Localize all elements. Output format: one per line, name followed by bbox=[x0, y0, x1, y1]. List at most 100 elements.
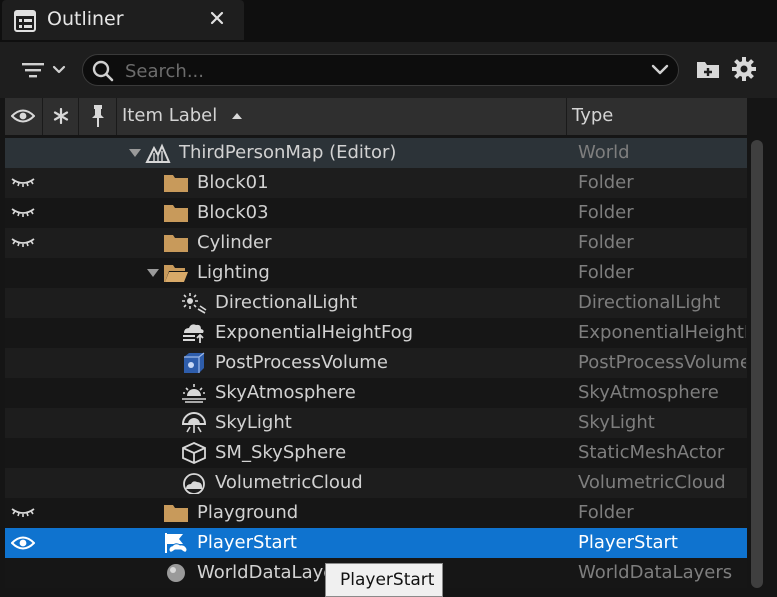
tab-bar: Outliner bbox=[0, 0, 777, 42]
eye-closed-icon bbox=[11, 208, 35, 217]
sky-atmosphere-icon bbox=[182, 384, 206, 403]
row-type: WorldDataLayers bbox=[578, 562, 733, 583]
item-label-column-header[interactable]: Item Label bbox=[117, 98, 567, 135]
tree-row-folder[interactable]: Block01 Folder bbox=[5, 168, 747, 198]
static-mesh-icon bbox=[182, 442, 206, 464]
expand-arrow-icon[interactable] bbox=[128, 148, 142, 158]
row-label: SkyLight bbox=[215, 412, 292, 433]
world-data-layers-icon bbox=[167, 564, 185, 582]
column-header: Item Label Type bbox=[5, 98, 747, 135]
add-folder-icon[interactable] bbox=[695, 58, 721, 80]
expand-arrow-icon[interactable] bbox=[146, 268, 160, 278]
folder-open-icon bbox=[164, 265, 188, 282]
tree-row-folder[interactable]: Playground Folder bbox=[5, 498, 747, 528]
eye-icon bbox=[11, 109, 35, 123]
tree-row-actor[interactable]: DirectionalLight DirectionalLight bbox=[5, 288, 747, 318]
outliner-tab[interactable]: Outliner bbox=[2, 0, 244, 40]
scrollbar-thumb[interactable] bbox=[751, 140, 763, 588]
row-type: PostProcessVolume bbox=[578, 352, 746, 373]
chevron-down-icon[interactable] bbox=[651, 63, 669, 77]
visibility-toggle[interactable] bbox=[5, 528, 43, 558]
volumetric-cloud-icon bbox=[183, 473, 205, 494]
visibility-toggle[interactable] bbox=[5, 498, 43, 528]
search-input[interactable] bbox=[123, 57, 647, 85]
row-label: Block03 bbox=[197, 202, 269, 223]
row-type: SkyLight bbox=[578, 412, 655, 433]
tree-row-actor[interactable]: ExponentialHeightFog ExponentialHeightFo… bbox=[5, 318, 747, 348]
pinned-column-header[interactable] bbox=[43, 98, 79, 135]
world-icon bbox=[145, 143, 171, 163]
row-type: Folder bbox=[578, 172, 634, 193]
row-label: SkyAtmosphere bbox=[215, 382, 356, 403]
tree-row-actor[interactable]: VolumetricCloud VolumetricCloud bbox=[5, 468, 747, 498]
row-label: Block01 bbox=[197, 172, 269, 193]
filter-icon bbox=[22, 63, 44, 78]
tree-row-actor[interactable]: SkyLight SkyLight bbox=[5, 408, 747, 438]
row-type: DirectionalLight bbox=[578, 292, 721, 313]
folder-icon bbox=[164, 505, 188, 522]
type-column-header[interactable]: Type bbox=[567, 98, 747, 135]
tab-title: Outliner bbox=[47, 8, 124, 30]
tree-row-actor[interactable]: SkyAtmosphere SkyAtmosphere bbox=[5, 378, 747, 408]
pin-icon bbox=[92, 105, 104, 127]
item-label-header-text: Item Label bbox=[122, 105, 218, 126]
tooltip: PlayerStart bbox=[325, 563, 443, 597]
visibility-column-header[interactable] bbox=[5, 98, 43, 135]
vertical-scrollbar[interactable] bbox=[751, 140, 763, 588]
search-box[interactable] bbox=[82, 54, 679, 86]
folder-icon bbox=[164, 205, 188, 222]
asterisk-icon bbox=[53, 108, 69, 124]
visibility-toggle[interactable] bbox=[5, 198, 43, 228]
tooltip-text: PlayerStart bbox=[340, 570, 435, 590]
row-type: World bbox=[578, 142, 630, 163]
row-label: ExponentialHeightFog bbox=[215, 322, 414, 343]
row-type: SkyAtmosphere bbox=[578, 382, 719, 403]
row-label: ThirdPersonMap (Editor) bbox=[179, 142, 397, 163]
tree-row-actor[interactable]: SM_SkySphere StaticMeshActor bbox=[5, 438, 747, 468]
row-type: Folder bbox=[578, 262, 634, 283]
visibility-toggle[interactable] bbox=[5, 168, 43, 198]
tree-row-world[interactable]: ThirdPersonMap (Editor) World bbox=[5, 138, 747, 168]
eye-closed-icon bbox=[11, 178, 35, 187]
row-label: VolumetricCloud bbox=[215, 472, 363, 493]
tree-row-folder-lighting[interactable]: Lighting Folder bbox=[5, 258, 747, 288]
row-type: ExponentialHeightFog bbox=[578, 322, 746, 343]
eye-closed-icon bbox=[11, 238, 35, 247]
directional-light-icon bbox=[182, 293, 207, 314]
eye-icon bbox=[11, 536, 35, 550]
tree-row-folder[interactable]: Cylinder Folder bbox=[5, 228, 747, 258]
tree-row-actor[interactable]: PostProcessVolume PostProcessVolume bbox=[5, 348, 747, 378]
filter-dropdown-button[interactable] bbox=[16, 56, 72, 84]
row-label: PlayerStart bbox=[197, 532, 297, 553]
outliner-icon bbox=[14, 10, 36, 32]
player-start-icon bbox=[165, 533, 188, 553]
row-type: PlayerStart bbox=[578, 532, 678, 553]
row-label: Cylinder bbox=[197, 232, 272, 253]
row-type: Folder bbox=[578, 202, 634, 223]
row-label: DirectionalLight bbox=[215, 292, 358, 313]
height-fog-icon bbox=[183, 324, 204, 343]
post-process-volume-icon bbox=[184, 352, 205, 373]
row-label: SM_SkySphere bbox=[215, 442, 347, 463]
tree-row-actor-selected[interactable]: PlayerStart PlayerStart bbox=[5, 528, 747, 558]
visibility-toggle[interactable] bbox=[5, 228, 43, 258]
tree-row-folder[interactable]: Block03 Folder bbox=[5, 198, 747, 228]
type-header-text: Type bbox=[572, 105, 614, 126]
outliner-tree: ThirdPersonMap (Editor) World Block01 Fo… bbox=[5, 138, 747, 588]
row-label: Lighting bbox=[197, 262, 270, 283]
toolbar bbox=[0, 42, 777, 98]
sort-ascending-icon bbox=[232, 113, 242, 119]
row-type: VolumetricCloud bbox=[578, 472, 726, 493]
row-type: StaticMeshActor bbox=[578, 442, 725, 463]
folder-icon bbox=[164, 175, 188, 192]
folder-icon bbox=[164, 235, 188, 252]
row-type: Folder bbox=[578, 502, 634, 523]
sky-light-icon bbox=[181, 412, 207, 433]
eye-closed-icon bbox=[11, 508, 35, 517]
row-label: PostProcessVolume bbox=[215, 352, 388, 373]
pin-column-header[interactable] bbox=[79, 98, 117, 135]
row-label: Playground bbox=[197, 502, 299, 523]
row-type: Folder bbox=[578, 232, 634, 253]
close-icon[interactable] bbox=[209, 10, 225, 26]
gear-icon[interactable] bbox=[731, 56, 757, 82]
